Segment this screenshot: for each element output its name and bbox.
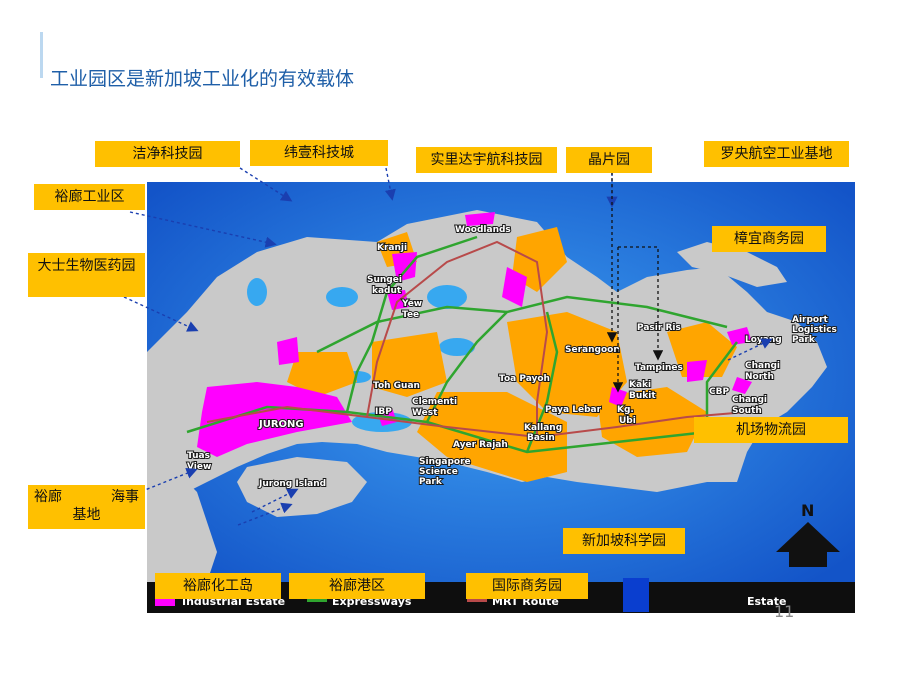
place-ibp: IBP [375, 407, 392, 417]
place-airport-logistics-2: Logistics [792, 325, 837, 335]
place-yew-tee-1: Yew [401, 299, 422, 309]
place-woodlands: Woodlands [455, 225, 511, 235]
page-number: 11 [774, 602, 795, 621]
north-label: N [801, 501, 814, 520]
slide-title: 工业园区是新加坡工业化的有效载体 [50, 68, 355, 90]
place-pasir-ris: Pasir Ris [637, 323, 681, 333]
place-loyang: Loyang [745, 335, 782, 345]
place-changi-north-1: Changi [745, 361, 780, 371]
place-kallang-2: Basin [527, 433, 555, 443]
place-yew-tee-2: Tee [402, 310, 419, 320]
place-tuas-2: View [187, 462, 211, 472]
place-sci-park-2: Science [419, 467, 458, 477]
place-toh-guan: Toh Guan [373, 381, 420, 391]
place-jurong: JURONG [258, 419, 304, 430]
place-kallang-1: Kallang [524, 423, 562, 433]
callout-chem-island: 裕廊化工岛 [155, 573, 281, 599]
callout-wafer-park: 晶片园 [566, 147, 652, 173]
callout-airport-logistics: 机场物流园 [694, 417, 848, 443]
place-changi-south-1: Changi [732, 395, 767, 405]
place-cbp: CBP [709, 387, 729, 397]
title-accent-bar [40, 32, 43, 78]
place-jurong-island: Jurong Island [258, 479, 326, 489]
place-airport-logistics-1: Airport [792, 315, 829, 325]
place-changi-south-2: South [732, 406, 762, 416]
place-sungei-kadut-1: Sungei [367, 275, 402, 285]
callout-science-park: 新加坡科学园 [563, 528, 685, 554]
callout-clean-tech: 洁净科技园 [95, 141, 240, 167]
callout-jurong-marine-b: 海事 [111, 489, 139, 505]
place-changi-north-2: North [745, 372, 774, 382]
callout-jurong-marine: 裕廊 海事 基地 [28, 485, 145, 529]
place-paya-lebar: Paya Lebar [545, 405, 602, 415]
callout-jurong-marine-c: 基地 [72, 507, 101, 523]
callout-seletar-aero: 实里达宇航科技园 [416, 147, 557, 173]
place-tampines: Tampines [635, 363, 683, 373]
callout-changi-biz: 樟宜商务园 [712, 226, 826, 252]
callout-loyang-aero: 罗央航空工业基地 [704, 141, 849, 167]
callout-jurong-ind: 裕廊工业区 [34, 184, 145, 210]
place-clementi-2: West [412, 408, 438, 418]
callout-one-north: 纬壹科技城 [250, 140, 388, 166]
place-sungei-kadut-2: kadut [372, 286, 402, 296]
place-kranji: Kranji [377, 243, 407, 253]
legend-swatch-blue [623, 578, 649, 612]
place-ayer-rajah: Ayer Rajah [453, 440, 508, 450]
place-sci-park-1: Singapore [419, 457, 471, 467]
callout-intl-biz: 国际商务园 [466, 573, 588, 599]
place-kaki-bukit-1: Kaki [629, 380, 651, 390]
callout-jurong-port: 裕廊港区 [289, 573, 425, 599]
place-toa-payoh: Toa Payoh [499, 374, 550, 384]
place-serangoon: Serangoon [565, 345, 620, 355]
callout-jurong-marine-a: 裕廊 [34, 489, 62, 505]
place-airport-logistics-3: Park [792, 335, 816, 345]
place-sci-park-3: Park [419, 477, 443, 487]
place-tuas-1: Tuas [187, 451, 210, 461]
place-kg-ubi-2: Ubi [619, 416, 636, 426]
callout-tuas-bio: 大士生物医药园 [28, 253, 145, 297]
place-kg-ubi-1: Kg. [617, 405, 634, 415]
place-kaki-bukit-2: Bukit [629, 391, 656, 401]
place-clementi-1: Clementi [412, 397, 457, 407]
